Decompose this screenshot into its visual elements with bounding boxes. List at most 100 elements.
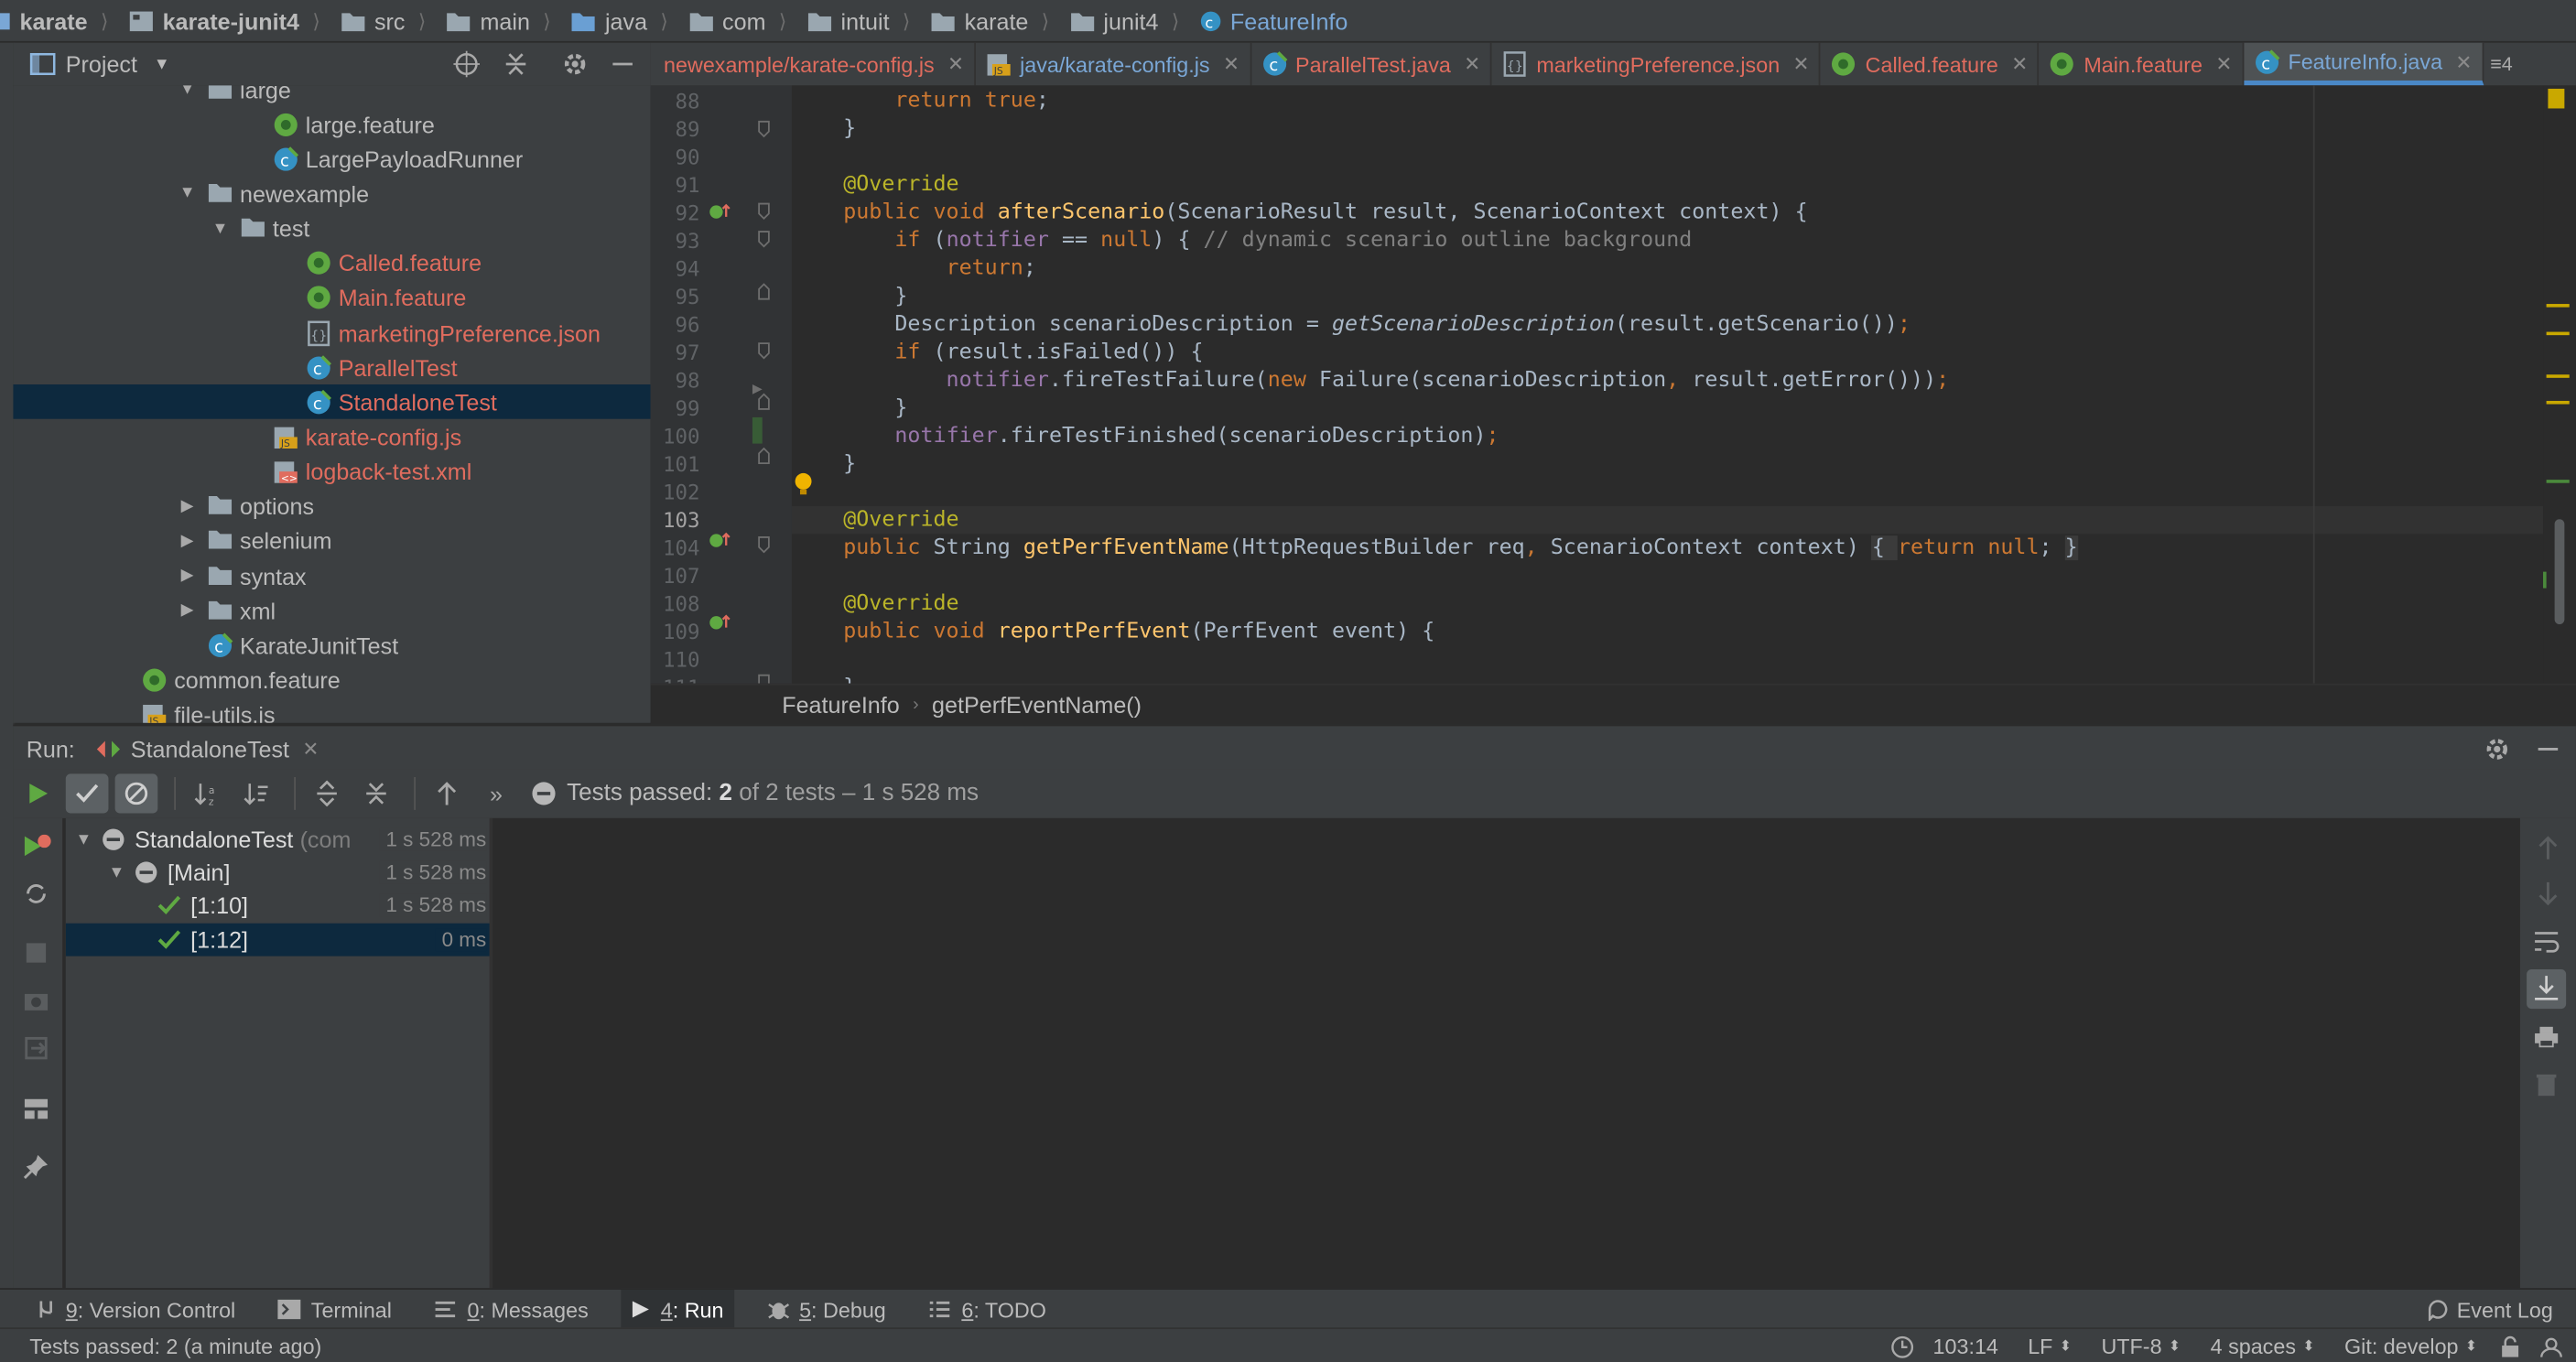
caret-position[interactable]: 103:14 [1933, 1334, 1998, 1358]
tool-window-vcs[interactable]: 9: Version Control [27, 1290, 245, 1329]
chevron-down-icon[interactable]: ▼ [178, 85, 198, 98]
locate-icon[interactable] [453, 50, 481, 78]
tree-item[interactable]: c ParallelTest [13, 351, 650, 385]
test-node[interactable]: ▼ [Main] 1 s 528 ms [66, 856, 490, 889]
tool-window-terminal[interactable]: Terminal [268, 1290, 402, 1329]
breadcrumb-junit4[interactable]: junit4 ⟩ [1063, 7, 1183, 34]
inspector-icon[interactable] [2539, 1335, 2562, 1357]
test-node[interactable]: [1:12] 0 ms [65, 923, 490, 956]
scroll-to-end-icon[interactable] [2527, 968, 2567, 1010]
tool-window-run[interactable]: 4: Run [621, 1289, 734, 1330]
sort-duration-icon[interactable] [235, 773, 278, 813]
stop-icon[interactable] [26, 943, 47, 963]
breadcrumb-java[interactable]: java ⟩ [564, 7, 671, 34]
git-branch[interactable]: Git: develop ⬍ [2344, 1334, 2477, 1358]
export-icon[interactable] [23, 1035, 49, 1062]
breadcrumb-method[interactable]: getPerfEventName() [932, 692, 1142, 719]
toggle-auto-test-icon[interactable] [23, 881, 49, 907]
camera-icon[interactable] [23, 989, 49, 1012]
tree-item[interactable]: ▼ newexample [13, 177, 650, 211]
tree-item[interactable]: <> logback-test.xml [13, 455, 650, 490]
indent-setting[interactable]: 4 spaces ⬍ [2211, 1334, 2315, 1358]
lock-icon[interactable] [2500, 1335, 2520, 1357]
chevron-down-icon[interactable]: ▼ [211, 220, 231, 238]
show-passed-icon[interactable] [65, 773, 109, 814]
close-icon[interactable]: ✕ [2215, 52, 2232, 75]
tree-item[interactable]: c KarateJunitTest [13, 628, 650, 663]
close-icon[interactable]: ✕ [302, 737, 319, 760]
tree-item[interactable]: {} marketingPreference.json [13, 316, 650, 351]
scrollbar-thumb[interactable] [2554, 519, 2565, 625]
editor-tab[interactable]: JS java/karate-config.js ✕ [976, 42, 1251, 86]
tree-item[interactable]: large.feature [13, 107, 650, 142]
lightbulb-icon[interactable] [792, 471, 815, 498]
breadcrumb-intuit[interactable]: intuit ⟩ [800, 7, 914, 34]
tool-window-todo[interactable]: 6: TODO [919, 1290, 1056, 1329]
tree-item[interactable]: Called.feature [13, 246, 650, 281]
sort-alpha-icon[interactable]: az [186, 773, 229, 813]
breadcrumb-class[interactable]: FeatureInfo [782, 692, 900, 719]
tabs-overflow-button[interactable]: ≡ 4 [2484, 43, 2519, 86]
soft-wrap-icon[interactable] [2533, 930, 2560, 953]
chevron-right-icon[interactable]: ▶ [178, 567, 198, 585]
console-output[interactable] [492, 817, 2520, 1289]
breadcrumb-src[interactable]: src ⟩ [333, 7, 429, 34]
collapse-all-icon[interactable] [503, 51, 529, 78]
tree-item[interactable]: c LargePayloadRunner [13, 142, 650, 177]
close-icon[interactable]: ✕ [2011, 52, 2028, 75]
tree-item[interactable]: ▼ test [13, 211, 650, 246]
tree-item[interactable]: ▶ syntax [13, 558, 650, 593]
breadcrumb-com[interactable]: com ⟩ [681, 7, 790, 34]
event-log-button[interactable]: Event Log [2427, 1297, 2553, 1322]
collapse-all-icon[interactable] [355, 773, 398, 813]
tree-item[interactable]: c StandaloneTest [13, 384, 651, 420]
editor-scrollbar[interactable] [2543, 85, 2576, 684]
status-message[interactable]: Tests passed: 2 (a minute ago) [29, 1334, 321, 1358]
test-node[interactable]: [1:10] 1 s 528 ms [66, 890, 490, 923]
breadcrumb-karate-junit4[interactable]: karate-junit4 ⟩ [122, 7, 324, 34]
editor-tab[interactable]: Called.feature ✕ [1821, 42, 2040, 86]
tree-item[interactable]: ▼ large [13, 85, 650, 106]
chevron-right-icon[interactable]: ▶ [178, 497, 198, 515]
close-icon[interactable]: ✕ [947, 52, 964, 75]
tree-item[interactable]: common.feature [13, 663, 650, 697]
rerun-failed-icon[interactable] [23, 834, 52, 861]
editor-tab[interactable]: newexample/karate-config.js ✕ [651, 42, 976, 86]
print-icon[interactable] [2533, 1025, 2560, 1048]
chevron-down-icon[interactable]: ▼ [154, 55, 170, 73]
tree-item[interactable]: Main.feature [13, 281, 650, 316]
hide-icon[interactable] [2537, 735, 2560, 762]
tool-window-debug[interactable]: 5: Debug [756, 1290, 895, 1329]
hide-icon[interactable] [612, 51, 634, 78]
breadcrumb-karate[interactable]: karate ⟩ [924, 7, 1053, 34]
more-actions-icon[interactable]: » [475, 773, 518, 813]
run-config-tab[interactable]: StandaloneTest ✕ [94, 735, 319, 762]
chevron-right-icon[interactable]: ▶ [178, 601, 198, 620]
expand-all-icon[interactable] [306, 773, 349, 813]
rerun-icon[interactable] [16, 773, 60, 813]
layout-icon[interactable] [23, 1097, 49, 1120]
tree-item[interactable]: JS file-utils.js [13, 697, 650, 723]
breadcrumb-featureinfo[interactable]: c FeatureInfo [1193, 7, 1348, 34]
down-arrow-icon[interactable] [2537, 881, 2560, 907]
close-icon[interactable]: ✕ [1223, 52, 1239, 75]
breadcrumb-karate[interactable]: karate ⟩ [0, 7, 112, 34]
close-icon[interactable]: ✕ [1464, 52, 1480, 75]
breadcrumb-main[interactable]: main ⟩ [439, 7, 555, 34]
trash-icon[interactable] [2535, 1071, 2558, 1097]
tool-window-messages[interactable]: 0: Messages [425, 1290, 599, 1329]
show-ignored-icon[interactable] [114, 773, 158, 814]
gear-icon[interactable] [2484, 735, 2510, 762]
code-editor[interactable]: return true; } @Override public void aft… [791, 85, 2544, 684]
gear-icon[interactable] [562, 51, 589, 78]
file-encoding[interactable]: UTF-8 ⬍ [2101, 1334, 2181, 1358]
pin-icon[interactable] [23, 1153, 49, 1180]
test-node[interactable]: ▼ StandaloneTest (com 1 s 528 ms [66, 823, 490, 856]
line-separator[interactable]: LF ⬍ [2028, 1334, 2072, 1358]
editor-tab[interactable]: {} marketingPreference.json ✕ [1492, 42, 1822, 86]
tree-item[interactable]: ▶ xml [13, 593, 650, 628]
editor-tab[interactable]: c FeatureInfo.java ✕ [2244, 42, 2484, 86]
project-view-selector[interactable]: Project [66, 51, 137, 78]
tree-item[interactable]: ▶ options [13, 490, 650, 524]
chevron-down-icon[interactable]: ▼ [76, 830, 99, 849]
